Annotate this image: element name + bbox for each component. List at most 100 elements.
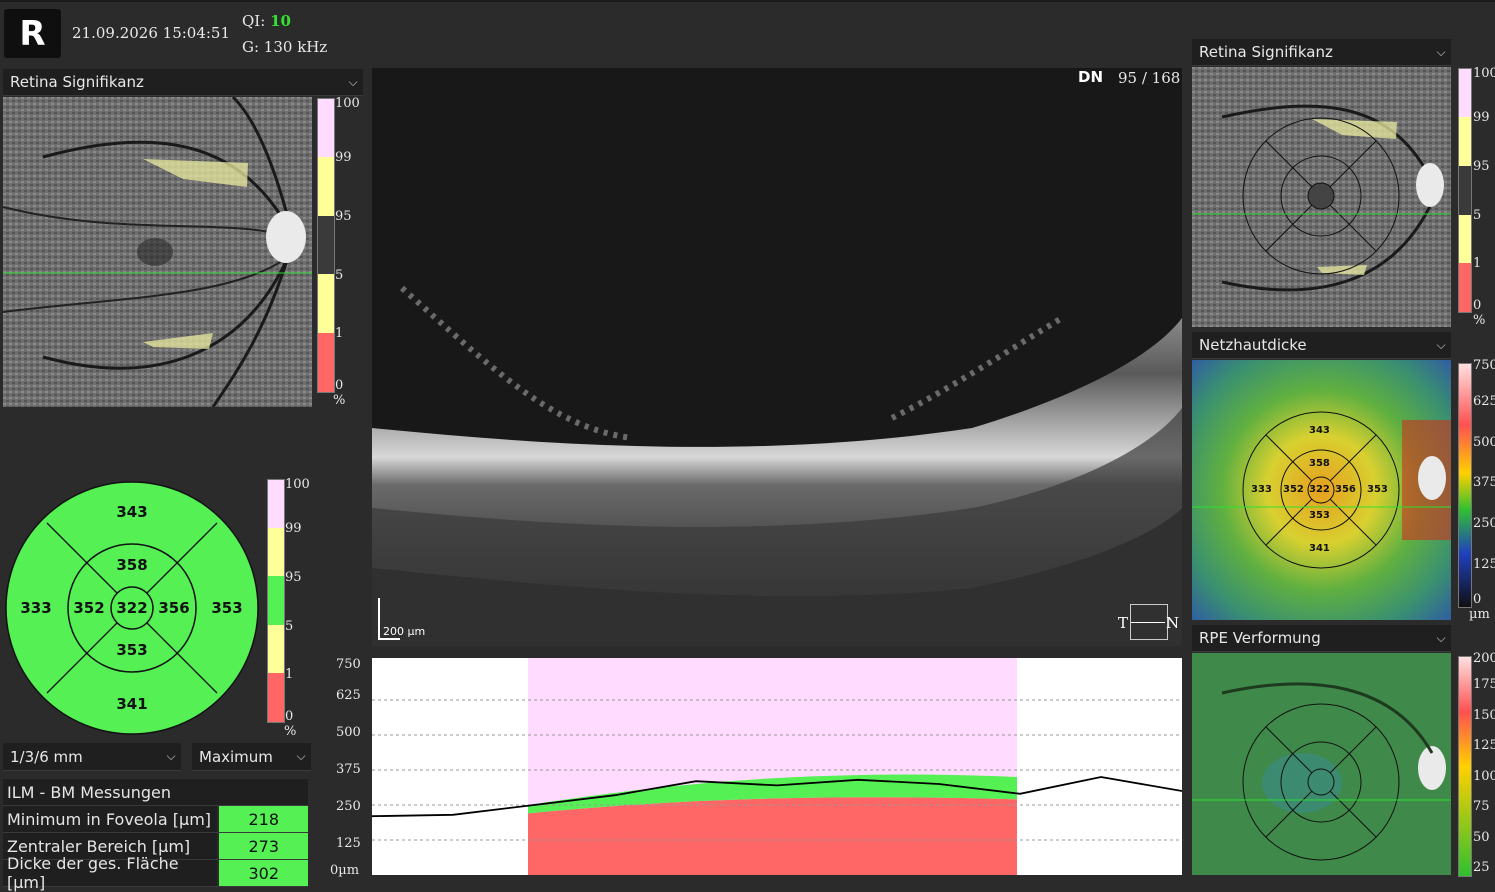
grid-size-label: 1/3/6 mm [10, 747, 83, 766]
scale-bar-label: 200 µm [383, 625, 426, 638]
chevron-down-icon: ⌵ [296, 749, 306, 763]
thickness-scale-tick: 375 [1473, 475, 1495, 490]
right-fundus-svg [1192, 67, 1451, 327]
orientation-temporal: T [1118, 614, 1129, 632]
exam-datetime: 21.09.2026 15:04:51 [72, 24, 231, 42]
right-scale-tick: 5 [1473, 208, 1482, 223]
rpe-scale-tick: 75 [1473, 799, 1490, 814]
left-scale-tick: 5 [335, 268, 344, 283]
left-fundus-image[interactable] [3, 97, 312, 407]
profile-y-tick: 375 [336, 762, 361, 777]
etdrs-outer-left: 333 [20, 599, 52, 617]
thick-grid-outer-left: 333 [1251, 484, 1272, 495]
thick-grid-inner-bottom: 353 [1309, 510, 1330, 521]
right-fundus-significance[interactable] [1192, 67, 1451, 327]
thick-grid-outer-right: 353 [1367, 484, 1388, 495]
measurements-title: ILM - BM Messungen [7, 782, 171, 802]
chevron-down-icon: ⌵ [1436, 337, 1446, 352]
left-scale-tick: 0 [335, 378, 344, 393]
right-scale-unit: % [1473, 313, 1486, 328]
bscan-svg [372, 68, 1182, 646]
right-scale-tick: 95 [1473, 159, 1490, 174]
right-map-dropdown-2[interactable]: Netzhautdicke ⌵ [1192, 332, 1451, 359]
left-scale-tick: 100 [335, 96, 360, 111]
etdrs-scale-tick: 0 [285, 709, 294, 724]
etdrs-outer-top: 343 [116, 503, 148, 521]
rpe-scale-tick: 200 [1473, 651, 1495, 666]
scan-frequency: G: 130 kHz [242, 38, 328, 56]
right-scale-tick: 99 [1473, 110, 1490, 125]
left-scale-unit: % [333, 393, 346, 408]
thickness-scale-tick: 125 [1473, 557, 1495, 572]
thickness-scale-tick: 500 [1473, 435, 1495, 450]
fundus-svg [3, 97, 312, 407]
profile-y-tick: 750 [336, 657, 361, 672]
etdrs-scale-tick: 99 [285, 521, 302, 536]
chevron-down-icon: ⌵ [1436, 44, 1446, 59]
rpe-scale-tick: 125 [1473, 738, 1495, 753]
rpe-map[interactable] [1192, 653, 1451, 875]
rpe-scale-tick: 25 [1473, 860, 1490, 875]
profile-y-tick: 625 [336, 688, 361, 703]
orientation-nasal: N [1166, 614, 1180, 632]
etdrs-scale-tick: 95 [285, 570, 302, 585]
mode-select[interactable]: Maximum ⌵ [192, 743, 311, 771]
qi-indicator: QI: 10 [242, 12, 291, 30]
right-map-dropdown-1[interactable]: Retina Signifikanz ⌵ [1192, 39, 1451, 66]
etdrs-scale-tick: 100 [285, 477, 310, 492]
right-scale-tick: 1 [1473, 256, 1482, 271]
rpe-scale-tick: 50 [1473, 830, 1490, 845]
left-scale-tick: 95 [335, 209, 352, 224]
left-scale-tick: 1 [335, 326, 344, 341]
thick-grid-inner-left: 352 [1283, 484, 1304, 495]
etdrs-outer-right: 353 [211, 599, 243, 617]
bscan-direction: DN [1078, 68, 1104, 86]
thickness-scale-tick: 0 [1473, 592, 1482, 607]
etdrs-scale-tick: 1 [285, 667, 294, 682]
qi-value: 10 [270, 12, 291, 30]
profile-y-tick: 125 [336, 836, 361, 851]
left-scale-tick: 99 [335, 150, 352, 165]
row-label: Dicke der ges. Fläche [µm] [3, 854, 218, 892]
rpe-map-svg [1192, 653, 1451, 875]
profile-svg [371, 658, 1183, 875]
rpe-scale [1458, 656, 1472, 877]
etdrs-outer-bottom: 341 [116, 695, 148, 713]
thickness-scale-tick: 250 [1473, 516, 1495, 531]
rpe-scale-tick: 150 [1473, 708, 1495, 723]
thickness-scale [1458, 363, 1472, 608]
thickness-scale-unit: µm [1469, 607, 1490, 622]
right-scale-tick: 100 [1473, 66, 1495, 81]
orientation-arrow-icon [1131, 622, 1165, 623]
thick-grid-inner-top: 358 [1309, 458, 1330, 469]
etdrs-significance-scale [267, 479, 285, 723]
table-row: Minimum in Foveola [µm] 218 [3, 806, 308, 833]
eye-badge: R [4, 9, 61, 58]
left-map-dropdown[interactable]: Retina Signifikanz ⌵ [3, 69, 363, 96]
thick-grid-outer-bottom: 341 [1309, 543, 1330, 554]
profile-y-tick: 500 [336, 725, 361, 740]
left-significance-scale [317, 98, 335, 393]
right-significance-scale [1458, 68, 1472, 313]
chevron-down-icon: ⌵ [166, 749, 176, 763]
profile-chart [371, 658, 1183, 875]
right-map-dropdown-label: RPE Verformung [1199, 629, 1321, 647]
grid-size-select[interactable]: 1/3/6 mm ⌵ [3, 743, 181, 771]
etdrs-scale-unit: % [284, 724, 297, 739]
measurements-title-row: ILM - BM Messungen [3, 779, 308, 806]
right-map-dropdown-label: Netzhautdicke [1199, 336, 1307, 354]
right-map-dropdown-3[interactable]: RPE Verformung ⌵ [1192, 625, 1451, 652]
etdrs-inner-top: 358 [116, 556, 148, 574]
row-value: 302 [219, 860, 308, 886]
chevron-down-icon: ⌵ [348, 74, 358, 89]
bscan-slice-counter: 95 / 168 [1118, 69, 1181, 87]
thick-grid-inner-right: 356 [1335, 484, 1356, 495]
mode-label: Maximum [199, 747, 273, 766]
qi-label: QI: [242, 12, 266, 30]
scale-bar-horizontal [378, 638, 400, 640]
etdrs-inner-right: 356 [158, 599, 190, 617]
bscan-image[interactable] [372, 68, 1182, 646]
measurements-table: ILM - BM Messungen Minimum in Foveola [µ… [3, 779, 308, 892]
row-value: 273 [219, 833, 308, 859]
band-abnormal [528, 797, 1017, 875]
